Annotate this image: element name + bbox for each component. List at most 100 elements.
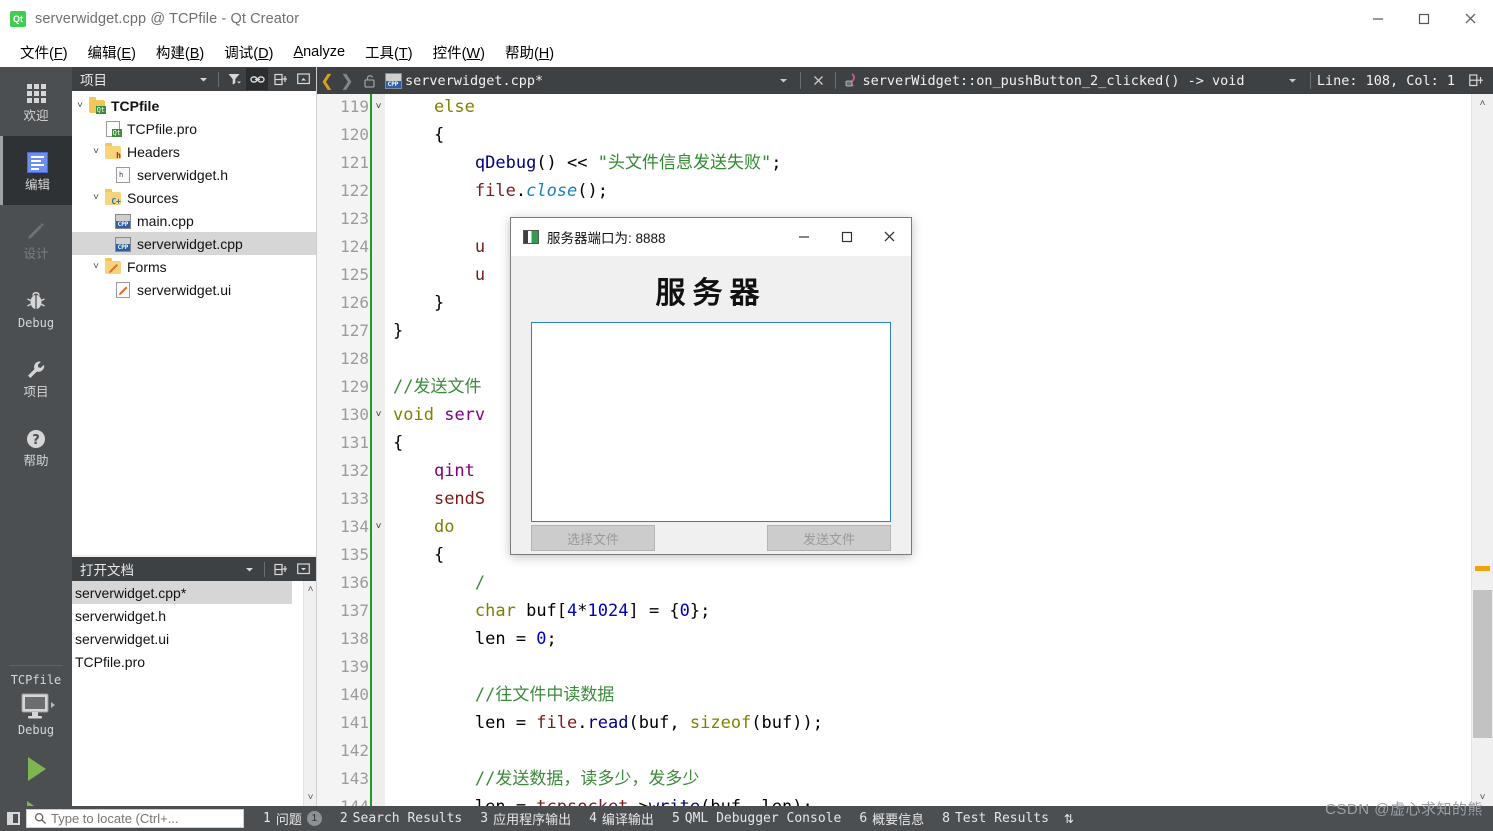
menu-file[interactable]: 文件(F)	[10, 39, 78, 67]
close-editor-icon[interactable]	[807, 70, 829, 92]
tree-twisty[interactable]: ˅	[88, 146, 104, 157]
maximize-button[interactable]	[1401, 0, 1447, 38]
code-line[interactable]: void serv	[393, 401, 485, 429]
forward-arrow-icon[interactable]: ❯	[337, 71, 357, 91]
filter-icon[interactable]	[223, 68, 245, 90]
code-line[interactable]: //往文件中读数据	[393, 681, 614, 709]
code-line[interactable]: qDebug() << "头文件信息发送失败";	[393, 149, 782, 177]
minimize-dock-icon[interactable]	[292, 68, 314, 90]
send-file-button[interactable]: 发送文件	[767, 525, 891, 551]
open-documents-list[interactable]: serverwidget.cpp* serverwidget.h serverw…	[72, 581, 317, 806]
locator-input[interactable]	[51, 811, 221, 826]
menu-edit[interactable]: 编辑(E)	[78, 39, 146, 67]
dialog-maximize-button[interactable]	[825, 218, 868, 256]
menu-help[interactable]: 帮助(H)	[495, 39, 564, 67]
file-dropdown-icon[interactable]	[772, 70, 794, 92]
split-icon[interactable]	[269, 558, 291, 580]
fold-column[interactable]	[370, 94, 385, 806]
scroll-down-arrow[interactable]: ˅	[1472, 788, 1493, 806]
locator[interactable]	[26, 809, 244, 828]
statusbar-pane-search-results[interactable]: 2 Search Results	[331, 811, 471, 826]
open-documents-scrollbar[interactable]: ˄ ˅	[303, 581, 317, 806]
code-line[interactable]: {	[393, 121, 444, 149]
tree-item-serverwidget-cpp[interactable]: CPP serverwidget.cpp	[72, 232, 317, 255]
menu-debug[interactable]: 调试(D)	[214, 39, 283, 67]
kit-selector[interactable]	[0, 690, 72, 722]
scroll-up-arrow[interactable]: ˄	[1472, 94, 1493, 112]
symbol-dropdown-icon[interactable]	[1282, 70, 1304, 92]
fold-marker[interactable]: ˅	[372, 513, 385, 541]
split-editor-icon[interactable]	[1465, 70, 1487, 92]
fold-marker[interactable]: ˅	[372, 94, 385, 121]
mode-edit[interactable]: 编辑	[0, 136, 72, 205]
minimize-button[interactable]	[1355, 0, 1401, 38]
editor-gutter[interactable]: 119 ˅ 120 121 122 123 124 125 126 127 128 129 130 ˅ 13…	[317, 94, 385, 806]
code-line[interactable]: {	[393, 429, 403, 457]
open-doc-serverwidget-h[interactable]: serverwidget.h	[72, 604, 317, 627]
tree-item-sources[interactable]: ˅ C+ Sources	[72, 186, 317, 209]
dialog-titlebar[interactable]: 服务器端口为: 8888	[511, 218, 911, 256]
statusbar-pane-app-output[interactable]: 3 应用程序输出	[471, 809, 580, 828]
menu-tools[interactable]: 工具(T)	[355, 39, 423, 67]
statusbar-resize-handle[interactable]: ⇅	[1058, 812, 1080, 826]
mode-projects[interactable]: 项目	[0, 343, 72, 412]
menu-widgets[interactable]: 控件(W)	[423, 39, 495, 67]
scroll-up-arrow[interactable]: ˄	[308, 581, 314, 598]
tree-twisty[interactable]: ˅	[88, 192, 104, 203]
project-tree[interactable]: ˅ Qt TCPfile Qt TCPfile.pro ˅ h Headers	[72, 91, 317, 555]
code-line[interactable]: file.close();	[393, 177, 608, 205]
menu-build[interactable]: 构建(B)	[146, 39, 214, 67]
code-line[interactable]: }	[393, 317, 403, 345]
scrollbar-thumb[interactable]	[1473, 590, 1492, 738]
chevron-down-icon[interactable]	[192, 68, 214, 90]
split-icon[interactable]	[269, 68, 291, 90]
menu-analyze[interactable]: Analyze	[283, 41, 355, 64]
statusbar-pane-test-results[interactable]: 8 Test Results	[933, 811, 1058, 826]
tree-twisty[interactable]: ˅	[72, 100, 88, 111]
open-doc-tcpfile-pro[interactable]: TCPfile.pro	[72, 650, 317, 673]
tree-item-forms[interactable]: ˅ Forms	[72, 255, 317, 278]
select-file-button[interactable]: 选择文件	[531, 525, 655, 551]
code-line[interactable]: {	[393, 541, 444, 569]
editor-symbol-breadcrumb[interactable]: serverWidget::on_pushButton_2_clicked() …	[862, 73, 1244, 89]
code-line[interactable]: len = file.read(buf, sizeof(buf));	[393, 709, 823, 737]
message-textedit[interactable]	[531, 322, 891, 522]
mode-help[interactable]: ? 帮助	[0, 412, 72, 481]
fold-marker[interactable]: ˅	[372, 401, 385, 429]
tree-item-headers[interactable]: ˅ h Headers	[72, 140, 317, 163]
code-line[interactable]: else	[393, 94, 475, 121]
code-line[interactable]: sendS	[393, 485, 485, 513]
dialog-minimize-button[interactable]	[782, 218, 825, 256]
code-line[interactable]: }	[393, 289, 444, 317]
code-line[interactable]: //发送数据，读多少，发多少	[393, 765, 699, 793]
editor-file-name[interactable]: serverwidget.cpp*	[405, 73, 543, 89]
code-line[interactable]: len = tcpsocket->write(buf, len);	[393, 793, 813, 806]
minimize-dock-icon[interactable]	[292, 558, 314, 580]
run-button[interactable]	[0, 747, 72, 791]
code-line[interactable]: char buf[4*1024] = {0};	[393, 597, 711, 625]
tree-item-serverwidget-h[interactable]: h serverwidget.h	[72, 163, 317, 186]
statusbar-pane-general-messages[interactable]: 6 概要信息	[850, 809, 933, 828]
tree-item-serverwidget-ui[interactable]: serverwidget.ui	[72, 278, 317, 301]
open-doc-serverwidget-ui[interactable]: serverwidget.ui	[72, 627, 317, 650]
mode-welcome[interactable]: 欢迎	[0, 67, 72, 136]
tree-item-tcpfile-pro[interactable]: Qt TCPfile.pro	[72, 117, 317, 140]
toggle-sidebar-icon[interactable]	[0, 806, 26, 831]
code-line[interactable]: len = 0;	[393, 625, 557, 653]
statusbar-pane-qml-debugger[interactable]: 5 QML Debugger Console	[663, 811, 850, 826]
back-arrow-icon[interactable]: ❮	[317, 71, 337, 91]
link-icon[interactable]	[246, 68, 268, 90]
mode-debug[interactable]: Debug	[0, 274, 72, 343]
server-dialog[interactable]: 服务器端口为: 8888 服务器 选择文件 发送文件	[510, 217, 912, 555]
code-line[interactable]: //发送文件	[393, 373, 481, 401]
open-doc-serverwidget-cpp[interactable]: serverwidget.cpp*	[72, 581, 292, 604]
statusbar-pane-compile-output[interactable]: 4 编译输出	[580, 809, 663, 828]
close-button[interactable]	[1447, 0, 1493, 38]
code-line[interactable]: qint	[393, 457, 475, 485]
code-line[interactable]: /	[393, 569, 485, 597]
statusbar-pane-issues[interactable]: 1 问题 1	[254, 809, 331, 828]
tree-item-main-cpp[interactable]: CPP main.cpp	[72, 209, 317, 232]
code-line[interactable]: do	[393, 513, 454, 541]
chevron-down-icon[interactable]	[238, 558, 260, 580]
tree-item-tcpfile[interactable]: ˅ Qt TCPfile	[72, 94, 317, 117]
